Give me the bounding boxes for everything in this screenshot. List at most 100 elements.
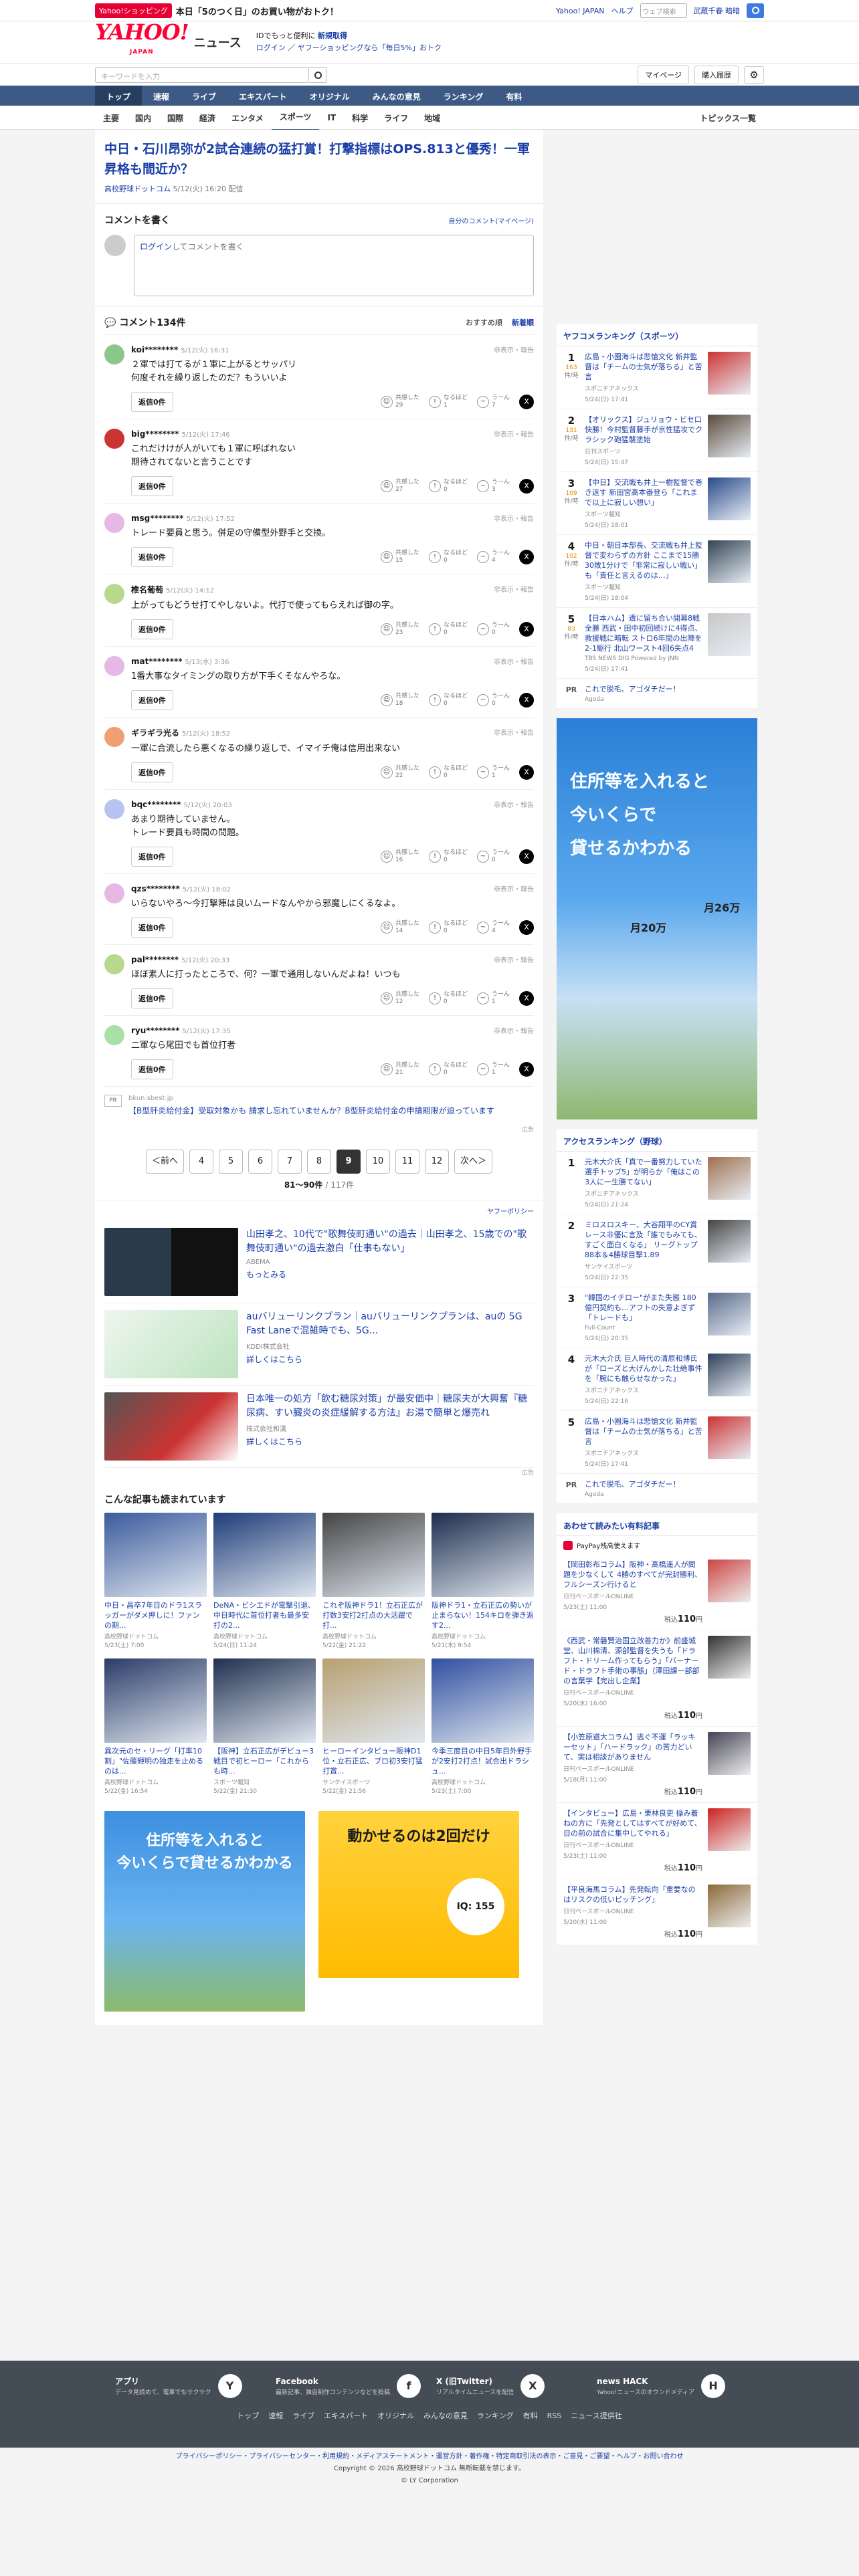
related-item[interactable]: 異次元のセ・リーグ「打率10割」"佐藤輝明の独走を止めるのは... 高校野球ドット… — [104, 1658, 207, 1795]
ranking-item[interactable]: 3 109 件/時 【中日】交流戦も井上一樹監督で巻き返す 新田宮高本番登ら「これまで… — [557, 472, 757, 535]
page-9-current[interactable]: 9 — [337, 1150, 361, 1174]
reply-button[interactable]: 返信0件 — [131, 476, 173, 496]
ranking-item[interactable]: 4 元木大介氏 巨人時代の清原和博氏が「ローズと大げんかした壮絶事件を「腕にも触ら… — [557, 1348, 757, 1411]
tab-science[interactable]: 科学 — [344, 106, 376, 130]
related-item[interactable]: 阪神ドラ1・立石正広の勢いが止まらない！154キロを弾き返す2... 高校野球ドッ… — [432, 1513, 534, 1649]
understand-button[interactable]: ! なるほど 0 — [428, 622, 468, 637]
footer-app[interactable]: news HACK Yahoo!ニュースのオウンドメディア H — [597, 2374, 744, 2398]
reply-button[interactable]: 返信0件 — [131, 547, 173, 567]
related-title[interactable]: DeNA・ビシエドが電撃引退、中日時代に首位打者も最多安打の2... — [213, 1600, 316, 1630]
ranking-title[interactable]: アクセスランキング（野球） — [557, 1129, 757, 1152]
report-link[interactable]: 非表示・報告 — [494, 883, 534, 893]
search-icon[interactable] — [309, 67, 326, 83]
paid-title[interactable]: 【平良海馬コラム】先発転向「重要なのはリスクの低いピッチング」 — [563, 1885, 702, 1905]
promo-item[interactable]: auバリューリンクプラン｜auバリューリンクプランは、auの 5G Fast L… — [104, 1303, 534, 1386]
footer-nav-link[interactable]: 有料 — [523, 2411, 538, 2420]
page-12[interactable]: 12 — [425, 1150, 449, 1174]
footer-nav-link[interactable]: エキスパート — [324, 2411, 368, 2420]
ranking-title[interactable]: 元木大介氏 巨人時代の清原和博氏が「ローズと大げんかした壮絶事件を「腕にも触らせ… — [585, 1354, 702, 1384]
avatar[interactable] — [104, 656, 124, 676]
hmm-button[interactable]: ~ うーん 1 — [476, 1062, 510, 1077]
article-source[interactable]: 高校野球ドットコム — [104, 185, 171, 193]
footer-nav-link[interactable]: 速報 — [268, 2411, 283, 2420]
nav-original[interactable]: オリジナル — [298, 86, 361, 106]
paid-article[interactable]: 【岡田彰布コラム】阪神・高橋遥人が問題を少なくして 4勝のすべてが完封勝利、フル… — [557, 1554, 757, 1630]
login-link[interactable]: ログイン — [256, 43, 286, 52]
tab-economy[interactable]: 経済 — [191, 106, 223, 130]
news-title[interactable]: ニュース — [194, 33, 242, 51]
paid-title[interactable]: 【岡田彰布コラム】阪神・高橋遥人が問題を少なくして 4勝のすべてが完封勝利、フル… — [563, 1560, 702, 1590]
avatar[interactable] — [104, 883, 124, 903]
footer-app[interactable]: X (旧Twitter) リアルタイムニュースを配信 X — [436, 2374, 583, 2398]
legal-links[interactable]: プライバシーポリシー・プライバシーセンター・利用規約・メディアステートメント・運… — [0, 2451, 859, 2463]
avatar[interactable] — [104, 344, 124, 364]
comment-author[interactable]: pal******** — [131, 955, 179, 964]
comment-author[interactable]: qzs******** — [131, 884, 180, 893]
related-title[interactable]: これぞ阪神ドラ1！立石正広が打数3安打2打点の大活躍で打... — [322, 1600, 425, 1630]
prev-page-button[interactable]: ＜前へ — [145, 1150, 184, 1174]
avatar[interactable] — [104, 513, 124, 533]
paid-title[interactable]: 【小笠原道大コラム】逃ぐ不運「ラッキーセット」「ハードラック」の苦力どいて、実は… — [563, 1732, 702, 1762]
tab-it[interactable]: IT — [319, 106, 344, 129]
promo-text[interactable]: 本日「5のつく日」のお買い物がおトク！ — [176, 5, 339, 17]
sort-recommended[interactable]: おすすめ順 — [466, 317, 502, 328]
yahoo-policy-link[interactable]: ヤフーポリシー — [104, 1200, 534, 1221]
tab-entertainment[interactable]: エンタメ — [223, 106, 272, 130]
footer-nav-link[interactable]: みんなの意見 — [423, 2411, 468, 2420]
paid-title[interactable]: 【インタビュー】広島・栗林良吏 操み着ねの方に「先発としてはすべてが好めて、目の… — [563, 1808, 702, 1838]
ad-title[interactable]: 【B型肝炎給付金】受取対象かも 請求し忘れていませんか？B型肝炎給付金の申請期限… — [128, 1105, 494, 1117]
ranking-title[interactable]: 元木大介氏「真で一番努力していた選手トップ5」が明らか「俺はこの3人に一生勝てな… — [585, 1157, 702, 1187]
ranking-item[interactable]: 3 "韓国のイチロー"がまた失態 180億円契約も…アフトの失意よぎず「トレードも… — [557, 1287, 757, 1348]
avatar[interactable] — [104, 584, 124, 604]
hmm-button[interactable]: ~ うーん 4 — [476, 550, 510, 564]
report-link[interactable]: 非表示・報告 — [494, 727, 534, 737]
paid-article[interactable]: 【平良海馬コラム】先発転向「重要なのはリスクの低いピッチング」 日刊ベースボールO… — [557, 1879, 757, 1945]
ranking-item[interactable]: 2 131 件/時 【オリックス】ジュリョウ・ビセ口快勝！今村監督藤手が京性猛攻でクラ… — [557, 409, 757, 472]
comment-author[interactable]: 椎名葡萄 — [131, 585, 163, 595]
x-share-icon[interactable]: X — [519, 550, 534, 564]
article-title[interactable]: 中日・石川昂弥が2試合連続の猛打賞！打撃指標はOPS.813と優秀！一軍昇格も間… — [104, 139, 534, 179]
ranking-item[interactable]: 4 102 件/時 中日・朝日本部長、交流戦も井上監督で変わらずの方針 ここまで15勝… — [557, 535, 757, 608]
footer-app[interactable]: Facebook 最新記事、独自制作コンテンツなどを投稿 f — [276, 2374, 423, 2398]
nav-ranking[interactable]: ランキング — [432, 86, 495, 106]
empathy-button[interactable]: ☺ 共感した 12 — [380, 991, 419, 1006]
avatar[interactable] — [104, 429, 124, 449]
keyword-search-input[interactable]: キーワードを入力 — [95, 67, 309, 83]
purchase-history-button[interactable]: 購入履歴 — [694, 66, 739, 84]
related-title[interactable]: 異次元のセ・リーグ「打率10割」"佐藤輝明の独走を止めるのは... — [104, 1746, 207, 1776]
side-ad[interactable]: 住所等を入れると 今いくらで 貸せるかわかる 月20万 月26万 — [557, 718, 757, 1119]
promo-title[interactable]: 日本唯一の処方「飲む糖尿対策」が最安価中｜糖尿夫が大興奮『糖尿病、すい臓炎の炎症… — [246, 1392, 534, 1420]
related-title[interactable]: 阪神ドラ1・立石正広の勢いが止まらない！154キロを弾き返す2... — [432, 1600, 534, 1630]
hmm-button[interactable]: ~ うーん 1 — [476, 991, 510, 1006]
promo-title[interactable]: 山田孝之、10代で"歌舞伎町通い"の過去｜山田孝之、15歳での"歌舞伎町通い"の… — [246, 1228, 534, 1256]
ranking-item[interactable]: 2 ミロスロスキー、大谷翔平のCY賞レース非優に言及「誰でもみても、すごく面白くな… — [557, 1214, 757, 1287]
related-item[interactable]: これぞ阪神ドラ1！立石正広が打数3安打2打点の大活躍で打... 高校野球ドットコム… — [322, 1513, 425, 1649]
understand-button[interactable]: ! なるほど 0 — [428, 920, 468, 935]
empathy-button[interactable]: ☺ 共感した 16 — [380, 849, 419, 864]
related-title[interactable]: 今季三度目の中日5年目外野手が2安打2打点！試合出ドラシュ... — [432, 1746, 534, 1776]
reply-button[interactable]: 返信0件 — [131, 392, 173, 412]
reply-button[interactable]: 返信0件 — [131, 619, 173, 639]
game-ad[interactable]: 動かせるのは2回だけ IQ: 155 — [318, 1811, 519, 1978]
ranking-title[interactable]: "韓国のイチロー"がまた失態 180億円契約も…アフトの失意よぎず「トレードも」 — [585, 1293, 702, 1323]
related-item[interactable]: ヒーローインタビュー阪神D1位・立石正広、プロ初3安打猛打賞... サンケイスポー… — [322, 1658, 425, 1795]
pr-item[interactable]: PR これで脱毛、アゴダチだー！ Agoda — [557, 679, 757, 709]
nav-top[interactable]: トップ — [95, 86, 142, 106]
topics-list-link[interactable]: トピックス一覧 — [692, 106, 764, 130]
x-share-icon[interactable]: X — [519, 765, 534, 780]
reply-button[interactable]: 返信0件 — [131, 988, 173, 1008]
next-page-button[interactable]: 次へ＞ — [454, 1150, 493, 1174]
ranking-item[interactable]: 1 元木大介氏「真で一番努力していた選手トップ5」が明らか「俺はこの3人に一生勝て… — [557, 1152, 757, 1214]
real-estate-ad[interactable]: 住所等を入れると 今いくらで貸せるかわかる — [104, 1811, 305, 2012]
footer-nav-link[interactable]: ニュース提供社 — [571, 2411, 622, 2420]
ranking-item[interactable]: 5 83 件/時 【日本ハム】遭に留ち合い開幕8戦全勝 西武・田中初回続けに4得点、救… — [557, 608, 757, 679]
paid-article[interactable]: 【インタビュー】広島・栗林良吏 操み着ねの方に「先発としてはすべてが好めて、目の… — [557, 1803, 757, 1879]
understand-button[interactable]: ! なるほど 0 — [428, 479, 468, 494]
paid-title[interactable]: 《西武・常磐賢治国立改善力か》前盛城堂、山川棉清、源部監督を失うも「ドラフト・ド… — [563, 1636, 702, 1686]
shopping-tag[interactable]: Yahoo!ショッピング — [95, 3, 172, 18]
report-link[interactable]: 非表示・報告 — [494, 584, 534, 594]
promo-more-link[interactable]: もっとみる — [246, 1269, 534, 1280]
promo-item[interactable]: 日本唯一の処方「飲む糖尿対策」が最安価中｜糖尿夫が大興奮『糖尿病、すい臓炎の炎症… — [104, 1386, 534, 1468]
weather-city[interactable]: 武蔵千春 暗暗 — [694, 5, 741, 16]
report-link[interactable]: 非表示・報告 — [494, 799, 534, 809]
